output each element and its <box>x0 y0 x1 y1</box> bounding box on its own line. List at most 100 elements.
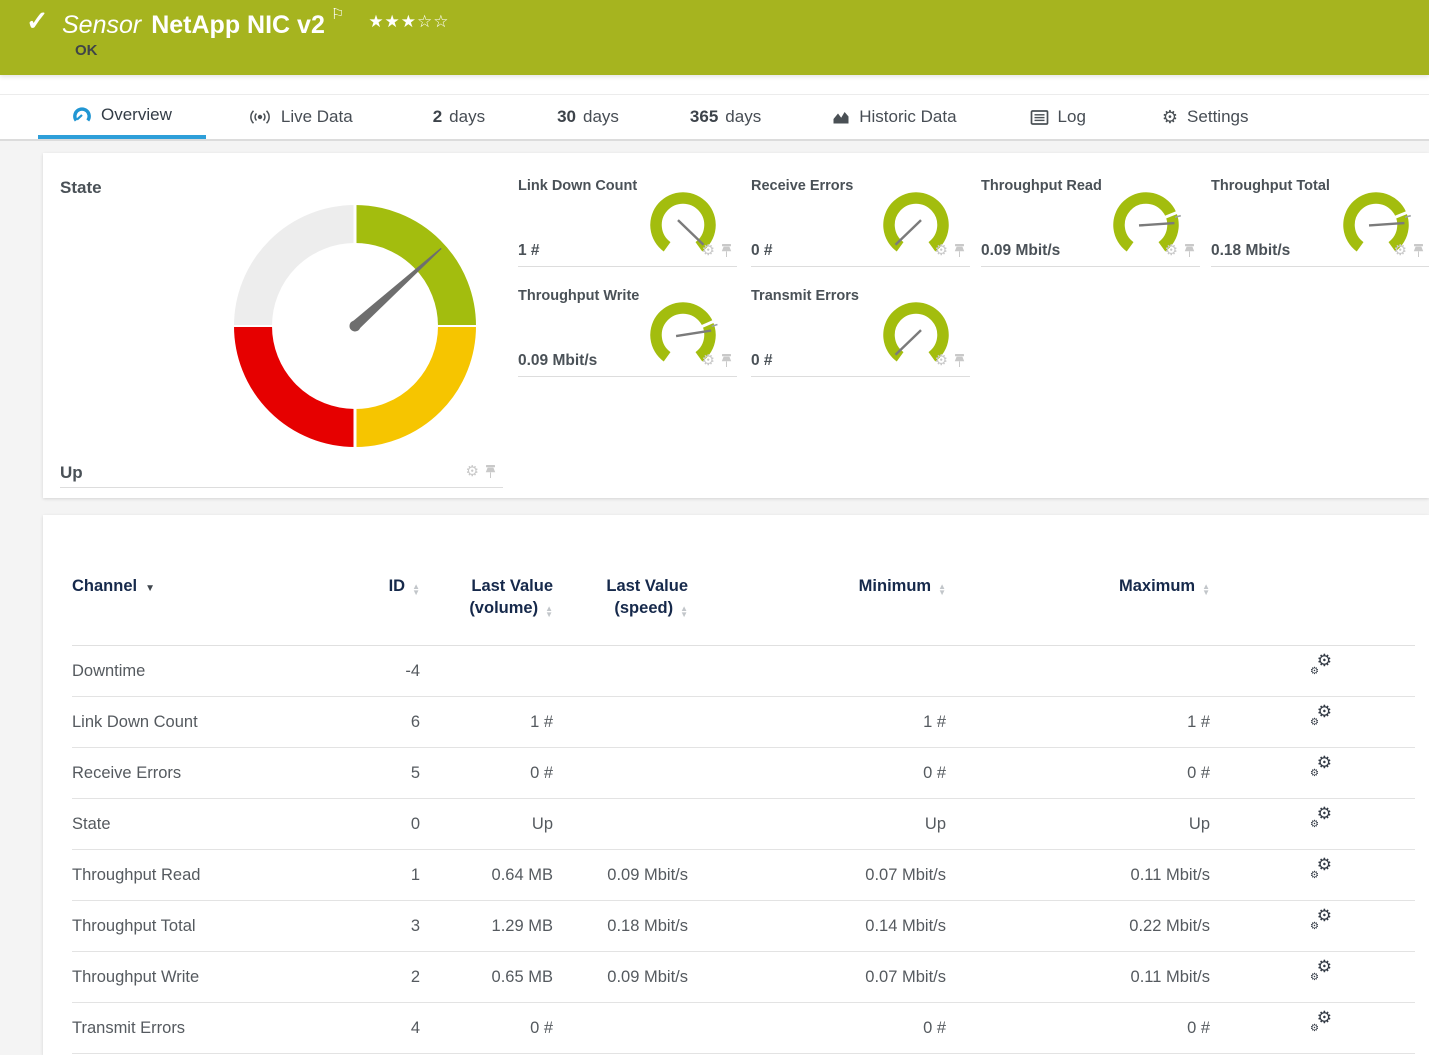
gauge-value: 0.09 Mbit/s <box>981 242 1060 260</box>
pin-icon[interactable] <box>953 243 966 258</box>
last-value-speed: 0.18 Mbit/s <box>553 901 688 952</box>
tab-log[interactable]: Log <box>1030 95 1086 139</box>
gauge-tile-throughput-read: Throughput Read 0.09 Mbit/s ⚙ <box>981 170 1200 267</box>
sort-icon[interactable]: ▲▼ <box>412 584 420 596</box>
tab-label: Log <box>1058 107 1086 127</box>
pin-icon[interactable] <box>1412 243 1425 258</box>
channel-id: 0 <box>360 799 420 850</box>
last-value-speed: 0.09 Mbit/s <box>553 850 688 901</box>
last-value-volume: Up <box>420 799 553 850</box>
channel-name[interactable]: Throughput Write <box>72 952 360 1003</box>
channel-name[interactable]: State <box>72 799 360 850</box>
gauge-value: 0.18 Mbit/s <box>1211 242 1290 260</box>
channel-settings-gears-icon[interactable]: ⚙⚙ <box>1310 705 1332 727</box>
channel-settings-gears-icon[interactable]: ⚙⚙ <box>1310 960 1332 982</box>
col-header-maximum[interactable]: Maximum▲▼ <box>946 575 1210 597</box>
minimum-value: 0.07 Mbit/s <box>688 850 946 901</box>
channel-name[interactable]: Downtime <box>72 646 360 697</box>
channel-id: 2 <box>360 952 420 1003</box>
tab-365-days[interactable]: 365 days <box>690 95 761 139</box>
sort-icon[interactable]: ▲▼ <box>1202 584 1210 596</box>
page-content: State Up ⚙ <box>0 141 1429 1055</box>
tab-settings[interactable]: ⚙ Settings <box>1162 95 1249 139</box>
gauge-gear-icon[interactable]: ⚙ <box>702 243 715 258</box>
sort-icon[interactable]: ▲▼ <box>545 606 553 618</box>
maximum-value: 0.11 Mbit/s <box>946 952 1210 1003</box>
gauge-title: Throughput Total <box>1211 178 1330 194</box>
minimum-value: 0.07 Mbit/s <box>688 952 946 1003</box>
tab-bar: Overview Live Data 2 days 30 days 365 da… <box>0 94 1429 141</box>
gauge-gear-icon[interactable]: ⚙ <box>702 353 715 368</box>
gauge-title: Throughput Read <box>981 178 1102 194</box>
gauge-tile-transmit-errors: Transmit Errors 0 # ⚙ <box>751 280 970 377</box>
pin-icon[interactable] <box>720 243 733 258</box>
pin-icon[interactable] <box>720 353 733 368</box>
priority-stars[interactable]: ★★★☆☆ <box>368 12 449 31</box>
gauge-title: Receive Errors <box>751 178 853 194</box>
gauge-icon <box>72 105 92 125</box>
ok-check-icon: ✓ <box>26 6 49 37</box>
col-header-last-value-speed[interactable]: Last Value (speed)▲▼ <box>553 575 688 619</box>
minimum-value: 0.14 Mbit/s <box>688 901 946 952</box>
maximum-value: 0 # <box>946 748 1210 799</box>
channel-settings-gears-icon[interactable]: ⚙⚙ <box>1310 654 1332 676</box>
minimum-value: 0 # <box>688 1003 946 1054</box>
channel-name[interactable]: Throughput Read <box>72 850 360 901</box>
table-row: Downtime -4 ⚙⚙ <box>72 646 1415 697</box>
flag-icon[interactable]: ⚐ <box>331 6 344 23</box>
col-header-channel[interactable]: Channel▼ <box>72 575 360 600</box>
gauge-title: Throughput Write <box>518 288 639 304</box>
minimum-value: Up <box>688 799 946 850</box>
minimum-value: 0 # <box>688 748 946 799</box>
gear-icon: ⚙ <box>1162 108 1178 126</box>
gauge-tile-receive-errors: Receive Errors 0 # ⚙ <box>751 170 970 267</box>
tab-label: Historic Data <box>859 107 956 127</box>
tab-30-days[interactable]: 30 days <box>557 95 619 139</box>
sort-icon[interactable]: ▲▼ <box>680 606 688 618</box>
channel-id: 3 <box>360 901 420 952</box>
channel-name[interactable]: Receive Errors <box>72 748 360 799</box>
sort-desc-icon[interactable]: ▼ <box>145 583 155 594</box>
tab-live-data[interactable]: Live Data <box>248 95 353 139</box>
table-row: Transmit Errors 4 0 # 0 # 0 # ⚙⚙ <box>72 1003 1415 1054</box>
channel-settings-gears-icon[interactable]: ⚙⚙ <box>1310 756 1332 778</box>
pin-icon[interactable] <box>1183 243 1196 258</box>
table-row: Throughput Write 2 0.65 MB 0.09 Mbit/s 0… <box>72 952 1415 1003</box>
last-value-volume: 1.29 MB <box>420 901 553 952</box>
channel-name[interactable]: Link Down Count <box>72 697 360 748</box>
table-header-row: Channel▼ ID▲▼ Last Value (volume)▲▼ Last… <box>72 515 1415 646</box>
gauge-gear-icon[interactable]: ⚙ <box>935 243 948 258</box>
state-gauge-tile: State Up ⚙ <box>60 170 503 488</box>
table-row: State 0 Up Up Up ⚙⚙ <box>72 799 1415 850</box>
channel-id: 4 <box>360 1003 420 1054</box>
maximum-value: 0 # <box>946 1003 1210 1054</box>
last-value-volume: 0 # <box>420 1003 553 1054</box>
gauge-gear-icon[interactable]: ⚙ <box>1394 243 1407 258</box>
tab-label: Live Data <box>281 107 353 127</box>
tab-historic-data[interactable]: Historic Data <box>832 95 956 139</box>
channel-settings-gears-icon[interactable]: ⚙⚙ <box>1310 807 1332 829</box>
gauge-gear-icon[interactable]: ⚙ <box>1165 243 1178 258</box>
channel-settings-gears-icon[interactable]: ⚙⚙ <box>1310 1011 1332 1033</box>
channel-settings-gears-icon[interactable]: ⚙⚙ <box>1310 909 1332 931</box>
col-header-minimum[interactable]: Minimum▲▼ <box>688 575 946 597</box>
gauge-gear-icon[interactable]: ⚙ <box>935 353 948 368</box>
sort-icon[interactable]: ▲▼ <box>938 584 946 596</box>
channel-name[interactable]: Throughput Total <box>72 901 360 952</box>
maximum-value: 0.11 Mbit/s <box>946 850 1210 901</box>
tab-2-days[interactable]: 2 days <box>433 95 485 139</box>
channel-settings-gears-icon[interactable]: ⚙⚙ <box>1310 858 1332 880</box>
tab-label: Settings <box>1187 107 1248 127</box>
tab-overview[interactable]: Overview <box>38 95 206 139</box>
minimum-value: 1 # <box>688 697 946 748</box>
col-header-last-value-volume[interactable]: Last Value (volume)▲▼ <box>420 575 553 619</box>
table-row: Receive Errors 5 0 # 0 # 0 # ⚙⚙ <box>72 748 1415 799</box>
channel-name[interactable]: Transmit Errors <box>72 1003 360 1054</box>
broadcast-icon <box>248 108 272 126</box>
gauge-gear-icon[interactable]: ⚙ <box>466 464 479 479</box>
pin-icon[interactable] <box>953 353 966 368</box>
pin-icon[interactable] <box>484 464 497 479</box>
col-header-id[interactable]: ID▲▼ <box>360 575 420 597</box>
gauge-tile-link-down-count: Link Down Count 1 # ⚙ <box>518 170 737 267</box>
tab-label: days <box>583 107 619 127</box>
